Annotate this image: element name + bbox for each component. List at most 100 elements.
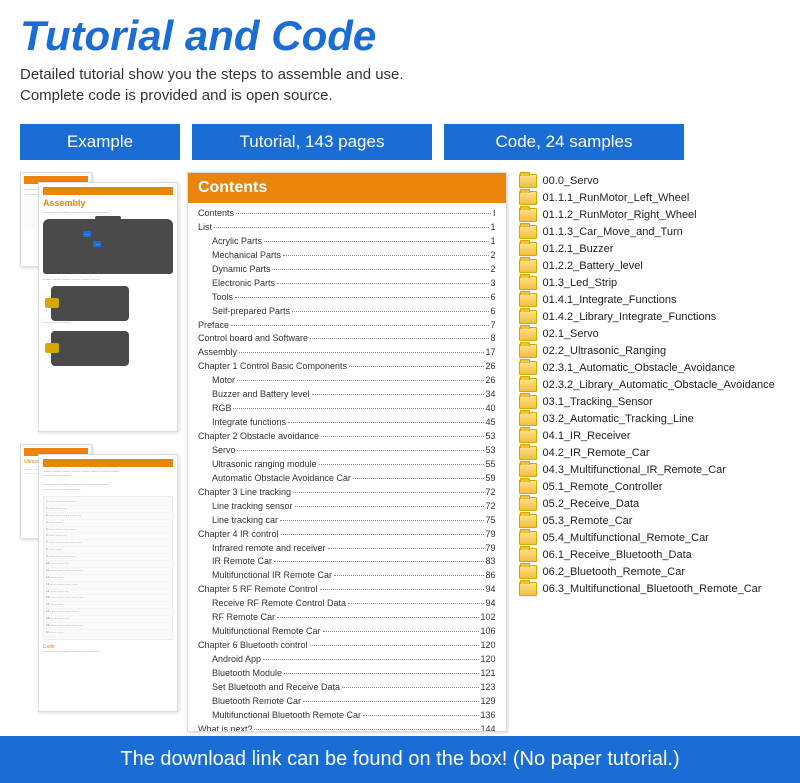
folder-icon xyxy=(519,293,537,307)
toc-page: 79 xyxy=(486,528,496,542)
page-header-bar xyxy=(43,459,173,467)
toc-item: Receive RF Remote Control Data94 xyxy=(198,597,496,611)
folder-item[interactable]: 02.3.1_Automatic_Obstacle_Avoidance xyxy=(519,359,780,376)
toc-item: Multifunctional Bluetooth Remote Car136 xyxy=(198,709,496,723)
toc-label: Android App xyxy=(212,653,261,667)
toc-page: 34 xyxy=(486,388,496,402)
folder-icon xyxy=(519,463,537,477)
code-column: 00.0_Servo 01.1.1_RunMotor_Left_Wheel 01.1… xyxy=(519,172,780,732)
folder-item[interactable]: 01.2.2_Battery_level xyxy=(519,257,780,274)
folder-icon xyxy=(519,497,537,511)
folder-icon xyxy=(519,565,537,579)
folder-icon xyxy=(519,344,537,358)
toc-page: 72 xyxy=(486,500,496,514)
toc-item: Acrylic Parts1 xyxy=(198,235,496,249)
subtitle-line-1: Detailed tutorial show you the steps to … xyxy=(20,64,780,85)
toc-item: ContentsI xyxy=(198,207,496,221)
toc-label: Dynamic Parts xyxy=(212,263,271,277)
contents-title: Contents xyxy=(188,173,506,203)
folder-name: 04.3_Multifunctional_IR_Remote_Car xyxy=(543,464,726,476)
toc-label: Control board and Software xyxy=(198,332,308,346)
toc-label: Multifunctional Remote Car xyxy=(212,625,321,639)
folder-item[interactable]: 06.3_Multifunctional_Bluetooth_Remote_Ca… xyxy=(519,580,780,597)
folder-item[interactable]: 04.3_Multifunctional_IR_Remote_Car xyxy=(519,461,780,478)
folder-item[interactable]: 01.1.3_Car_Move_and_Turn xyxy=(519,223,780,240)
folder-item[interactable]: 06.1_Receive_Bluetooth_Data xyxy=(519,546,780,563)
folder-name: 05.4_Multifunctional_Remote_Car xyxy=(543,532,709,544)
folder-item[interactable]: 03.2_Automatic_Tracking_Line xyxy=(519,410,780,427)
folder-item[interactable]: 04.2_IR_Remote_Car xyxy=(519,444,780,461)
folder-item[interactable]: 05.3_Remote_Car xyxy=(519,512,780,529)
folder-item[interactable]: 05.2_Receive_Data xyxy=(519,495,780,512)
toc-label: List xyxy=(198,221,212,235)
toc-page: 123 xyxy=(481,681,496,695)
toc-label: Chapter 1 Control Basic Components xyxy=(198,360,347,374)
toc-page: 94 xyxy=(486,583,496,597)
toc-item: Assembly17 xyxy=(198,346,496,360)
placeholder-text: ─── ─── ─── ─── ─── ─── ─── ────── ─── ─… xyxy=(43,470,173,492)
toc-item: Chapter 5 RF Remote Control94 xyxy=(198,583,496,597)
folder-name: 03.2_Automatic_Tracking_Line xyxy=(543,413,694,425)
toc-page: 1 xyxy=(491,221,496,235)
tutorial-column: Contents ContentsIList1Acrylic Parts1Mec… xyxy=(187,172,507,732)
subtitle-line-2: Complete code is provided and is open so… xyxy=(20,85,780,106)
toc-item: Preface7 xyxy=(198,319,496,333)
content-row: ── ── ── ── ── ── ── ── ── Assembly ─── … xyxy=(0,172,800,732)
folder-name: 01.2.2_Battery_level xyxy=(543,260,643,272)
folder-item[interactable]: 01.4.1_Integrate_Functions xyxy=(519,291,780,308)
toc-item: Servo53 xyxy=(198,444,496,458)
toc-item: Bluetooth Remote Car129 xyxy=(198,695,496,709)
folder-item[interactable]: 05.4_Multifunctional_Remote_Car xyxy=(519,529,780,546)
toc-label: Chapter 3 Line tracking xyxy=(198,486,291,500)
folder-item[interactable]: 01.2.1_Buzzer xyxy=(519,240,780,257)
toc-page: 2 xyxy=(491,263,496,277)
toc-page: 94 xyxy=(486,597,496,611)
folder-icon xyxy=(519,361,537,375)
folder-name: 06.2_Bluetooth_Remote_Car xyxy=(543,566,685,578)
folder-item[interactable]: 05.1_Remote_Controller xyxy=(519,478,780,495)
folder-name: 01.1.2_RunMotor_Right_Wheel xyxy=(543,209,697,221)
folder-item[interactable]: 02.3.2_Library_Automatic_Obstacle_Avoida… xyxy=(519,376,780,393)
toc-label: Servo xyxy=(212,444,236,458)
folder-icon xyxy=(519,429,537,443)
folder-item[interactable]: 02.1_Servo xyxy=(519,325,780,342)
toc-label: Set Bluetooth and Receive Data xyxy=(212,681,340,695)
toc-label: RGB xyxy=(212,402,232,416)
toc-item: Electronic Parts3 xyxy=(198,277,496,291)
toc-page: 106 xyxy=(481,625,496,639)
placeholder-text: ─── ─── ─── xyxy=(43,321,173,325)
folder-item[interactable]: 01.1.2_RunMotor_Right_Wheel xyxy=(519,206,780,223)
placeholder-text: ─── ─── ─── ─── ─── ─── ─── xyxy=(43,211,173,215)
folder-item[interactable]: 01.4.2_Library_Integrate_Functions xyxy=(519,308,780,325)
folder-item[interactable]: 03.1_Tracking_Sensor xyxy=(519,393,780,410)
folder-icon xyxy=(519,225,537,239)
folder-item[interactable]: 01.1.1_RunMotor_Left_Wheel xyxy=(519,189,780,206)
toc-page: 45 xyxy=(486,416,496,430)
toc-label: Preface xyxy=(198,319,229,333)
folder-item[interactable]: 01.3_Led_Strip xyxy=(519,274,780,291)
folder-icon xyxy=(519,514,537,528)
assembly-title: Assembly xyxy=(43,198,173,208)
toc-page: 120 xyxy=(481,639,496,653)
page-title: Tutorial and Code xyxy=(20,12,780,60)
code-block: 1 ─── ─── ─── ─── 2 ─── ─── ── 3 ─── ───… xyxy=(43,496,173,640)
folder-icon xyxy=(519,378,537,392)
folder-list: 00.0_Servo 01.1.1_RunMotor_Left_Wheel 01.1… xyxy=(519,172,780,732)
toc-page: 26 xyxy=(486,374,496,388)
example-code-pages: Ultrasonic sen ── ── ── ──── ── ── ─── ─… xyxy=(20,444,175,714)
toc-page: 1 xyxy=(491,235,496,249)
folder-item[interactable]: 00.0_Servo xyxy=(519,172,780,189)
folder-item[interactable]: 06.2_Bluetooth_Remote_Car xyxy=(519,563,780,580)
folder-item[interactable]: 04.1_IR_Receiver xyxy=(519,427,780,444)
folder-name: 02.3.2_Library_Automatic_Obstacle_Avoida… xyxy=(543,379,775,391)
toc-page: 75 xyxy=(486,514,496,528)
folder-item[interactable]: 02.2_Ultrasonic_Ranging xyxy=(519,342,780,359)
toc-page: 6 xyxy=(491,291,496,305)
folder-name: 04.1_IR_Receiver xyxy=(543,430,631,442)
example-assembly-pages: ── ── ── ── ── ── ── ── ── Assembly ─── … xyxy=(20,172,175,432)
folder-name: 00.0_Servo xyxy=(543,175,599,187)
motor-icon xyxy=(45,343,59,353)
toc-item: Infrared remote and receiver79 xyxy=(198,542,496,556)
toc-page: 72 xyxy=(486,486,496,500)
toc-page: 55 xyxy=(486,458,496,472)
